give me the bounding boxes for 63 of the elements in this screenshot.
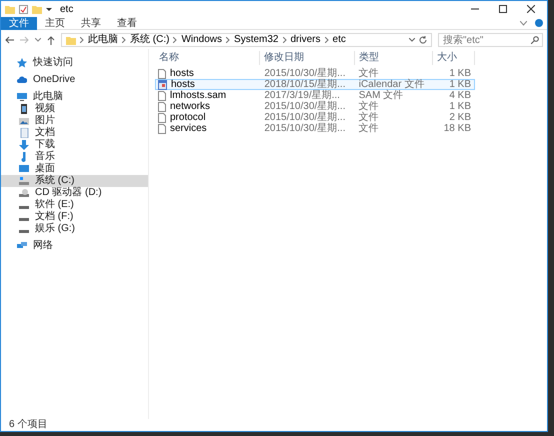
file-row[interactable]: hosts 2018/10/15/星期... iCalendar 文件 1 KB [155, 79, 475, 90]
table-cell-text: 文件 [358, 101, 380, 112]
file-name: protocol [170, 112, 206, 123]
search-field[interactable]: 搜索"etc" [438, 33, 543, 47]
table-cell-text: 文件 [358, 123, 380, 134]
sidebar-item[interactable]: 文档 (F:) [1, 211, 148, 223]
table-cell-text: 4 KB [448, 90, 472, 101]
sidebar-item[interactable]: 娱乐 (G:) [1, 223, 148, 235]
file-row[interactable]: protocol 2015/10/30/星期... 文件 2 KB [155, 112, 475, 123]
table-cell-text: iCalendar 文件 [358, 79, 426, 90]
file-row[interactable]: lmhosts.sam 2017/3/19/星期... SAM 文件 4 KB [155, 90, 475, 101]
sidebar-item[interactable]: 音乐 [1, 151, 148, 163]
breadcrumb[interactable]: 系统 (C:) [130, 34, 170, 46]
table-cell-text: 1 KB [448, 68, 472, 79]
file-name: networks [170, 101, 210, 112]
table-cell-text: 2 KB [448, 112, 472, 123]
sidebar-item[interactable]: 桌面 [1, 163, 148, 175]
column-header[interactable]: 名称 [155, 51, 260, 65]
address-bar[interactable]: 此电脑 系统 (C:) Windows System32 drivers etc [61, 33, 432, 47]
table-cell-text: 2018/10/15/星期... [263, 79, 346, 90]
sidebar-item[interactable]: 快速访问 [1, 57, 148, 69]
table-cell-text: 2015/10/30/星期... [263, 112, 346, 123]
breadcrumb[interactable]: System32 [234, 34, 278, 46]
file-row[interactable]: networks 2015/10/30/星期... 文件 1 KB [155, 101, 475, 112]
table-cell-text: 2015/10/30/星期... [263, 123, 346, 134]
sidebar-item[interactable]: 此电脑 [1, 91, 148, 103]
table-cell-text: 18 KB [442, 123, 472, 134]
sidebar-item[interactable]: 文档 [1, 127, 148, 139]
ribbon-tab[interactable]: 共享 [73, 16, 109, 30]
table-cell-text: 2015/10/30/星期... [263, 68, 346, 79]
table-cell-text: 文件 [358, 68, 380, 79]
breadcrumb[interactable]: Windows [181, 34, 222, 46]
sidebar-item[interactable]: 下载 [1, 139, 148, 151]
file-name: hosts [171, 79, 195, 90]
file-name: services [170, 123, 207, 134]
ribbon-tab[interactable]: 查看 [109, 16, 145, 30]
ribbon-tab[interactable]: 主页 [37, 16, 73, 30]
file-name: hosts [170, 68, 194, 79]
breadcrumb[interactable]: drivers [290, 34, 321, 46]
breadcrumb[interactable]: etc [332, 34, 346, 46]
table-cell-text: 1 KB [448, 79, 472, 90]
breadcrumb[interactable]: 此电脑 [88, 34, 118, 46]
sidebar-item[interactable]: 图片 [1, 115, 148, 127]
table-cell-text: 文件 [358, 112, 380, 123]
sidebar-item[interactable]: 软件 (E:) [1, 199, 148, 211]
table-cell-text: SAM 文件 [358, 90, 404, 101]
column-header[interactable]: 修改日期 [260, 51, 355, 65]
status-text: 6 个项目 [9, 419, 48, 431]
table-cell-text: 2015/10/30/星期... [263, 101, 346, 112]
file-row[interactable]: hosts 2015/10/30/星期... 文件 1 KB [155, 68, 475, 79]
sidebar-item[interactable]: OneDrive [1, 74, 148, 86]
table-cell-text: 2017/3/19/星期... [263, 90, 341, 101]
column-header[interactable]: 大小 [433, 51, 475, 65]
sidebar-item[interactable]: 网络 [1, 240, 148, 252]
file-name: lmhosts.sam [170, 90, 226, 101]
column-header[interactable]: 类型 [355, 51, 433, 65]
window-title: etc [60, 2, 74, 16]
table-cell-text: 1 KB [448, 101, 472, 112]
ribbon-tab[interactable]: 文件 [1, 16, 37, 30]
sidebar-item[interactable]: 视频 [1, 103, 148, 115]
sidebar-item[interactable]: 系统 (C:) [1, 175, 148, 187]
sidebar-item[interactable]: CD 驱动器 (D:) [1, 187, 148, 199]
file-row[interactable]: services 2015/10/30/星期... 文件 18 KB [155, 123, 475, 134]
